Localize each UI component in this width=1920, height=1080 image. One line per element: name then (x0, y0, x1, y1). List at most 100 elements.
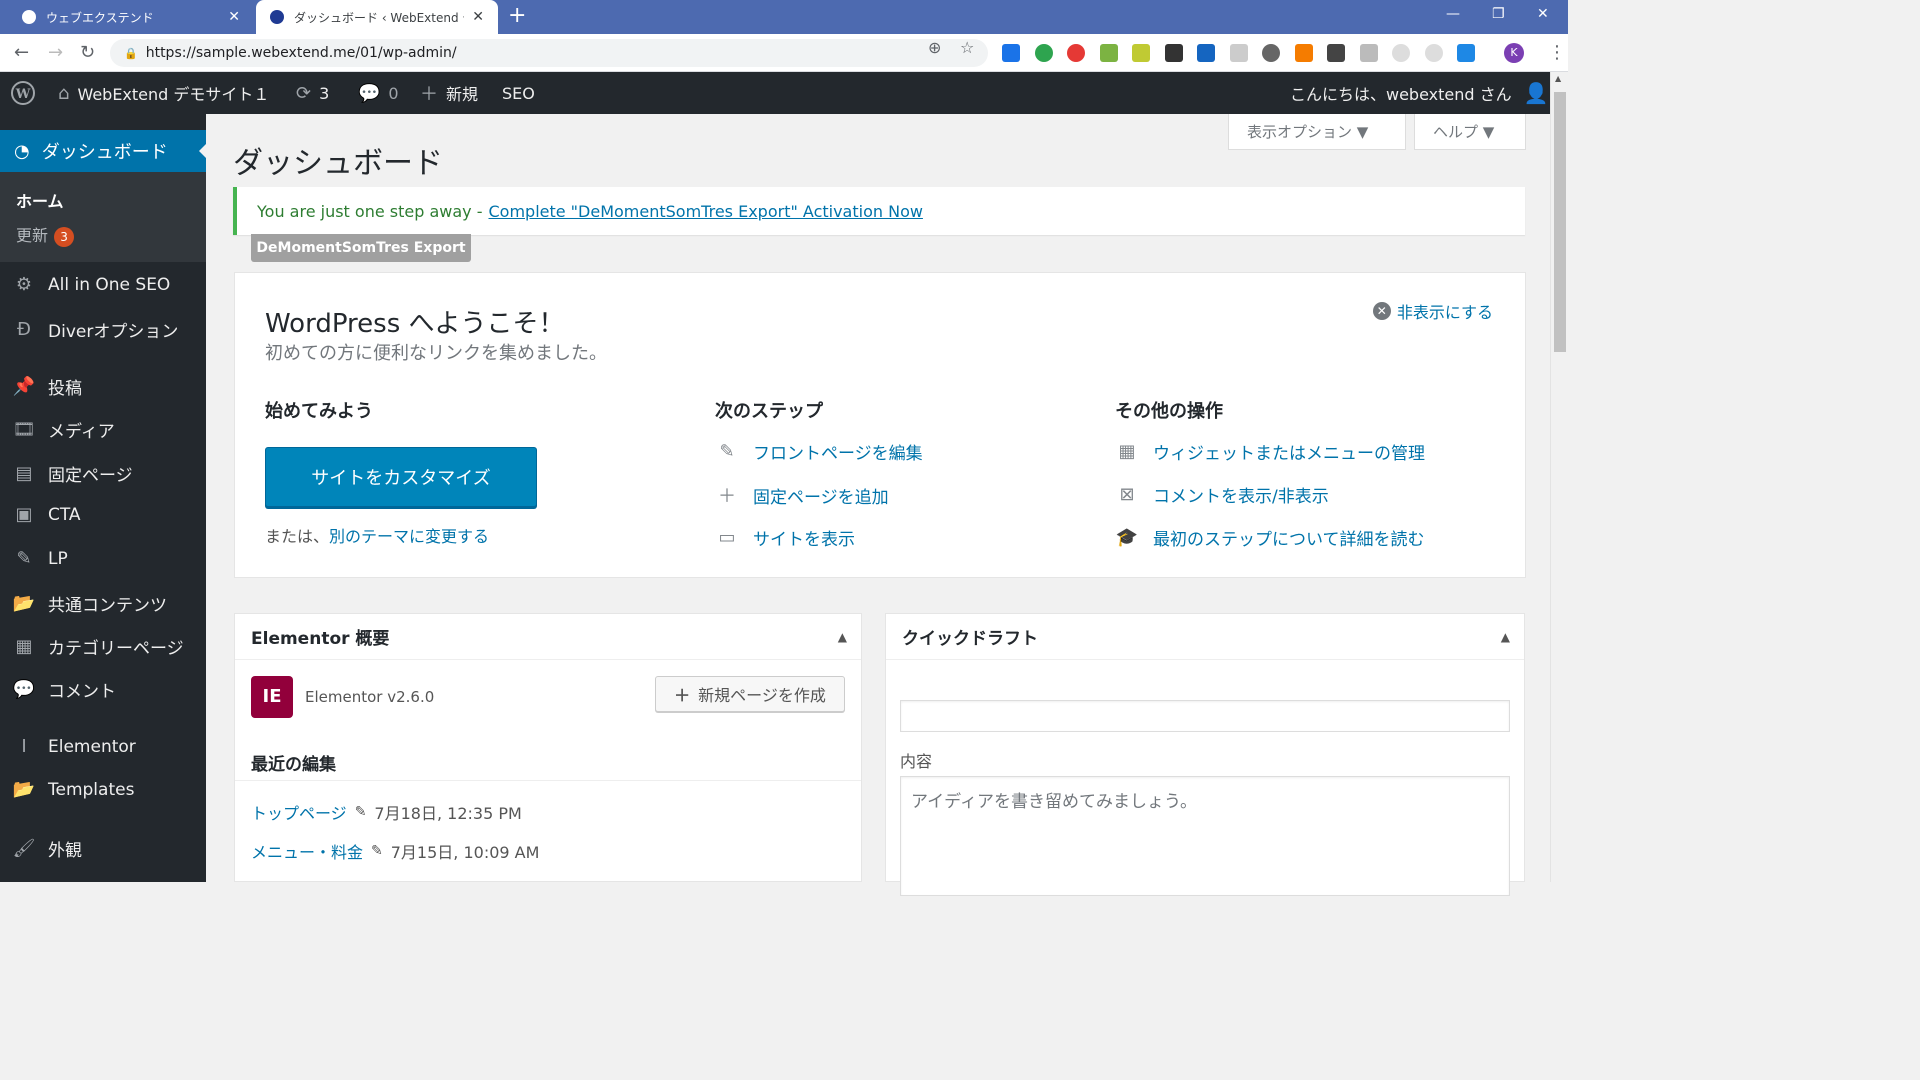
menu-item-all-in-one-seo[interactable]: ⚙ All in One SEO (12, 274, 170, 295)
collapse-toggle-icon[interactable]: ▲ (838, 630, 847, 644)
extension-icon[interactable] (1197, 44, 1215, 62)
menu-item-elementor[interactable]: Ⅰ Elementor (12, 736, 136, 757)
url-text: https://sample.webextend.me/01/wp-admin/ (145, 45, 457, 61)
gear-icon: ⚙ (15, 274, 33, 295)
menu-label: ダッシュボード (41, 142, 168, 163)
plus-icon: ＋ (420, 84, 438, 105)
menu-item-appearance[interactable]: 🖌 外観 (12, 836, 82, 861)
extension-icon[interactable] (1067, 44, 1085, 62)
column-title: 始めてみよう (265, 401, 373, 422)
menu-item-templates[interactable]: 📂 Templates (12, 779, 135, 800)
welcome-panel: WordPress へようこそ！ 初めての方に便利なリンクを集めました。 ✕ 非… (234, 272, 1526, 578)
zoom-icon[interactable]: ⊕ (928, 38, 941, 57)
menu-item-diver-options[interactable]: Ð Diverオプション (12, 317, 178, 342)
seo-link[interactable]: SEO (502, 72, 535, 114)
submenu-home[interactable]: ホーム (16, 188, 64, 212)
maximize-icon[interactable]: ❐ (1492, 6, 1505, 22)
browser-tab-active[interactable]: ダッシュボード ‹ WebExtend デモサイ ✕ (256, 0, 498, 34)
page-scrollbar[interactable]: ▲ (1550, 72, 1568, 882)
change-theme-link[interactable]: 別のテーマに変更する (329, 527, 489, 546)
pin-icon: 📌 (12, 376, 36, 397)
reload-icon[interactable]: ↻ (80, 42, 95, 63)
recent-page-link[interactable]: メニュー・料金 (251, 839, 363, 863)
extension-icon[interactable] (1262, 44, 1280, 62)
menu-label: Elementor (48, 736, 136, 757)
back-icon[interactable]: ← (14, 42, 29, 63)
extension-icon[interactable] (1132, 44, 1150, 62)
extension-icon[interactable] (1295, 44, 1313, 62)
new-content-link[interactable]: ＋ 新規 (420, 72, 478, 114)
activation-link[interactable]: Complete "DeMomentSomTres Export" Activa… (488, 202, 922, 221)
link-label: 固定ページを追加 (753, 487, 889, 508)
close-window-icon[interactable]: ✕ (1537, 6, 1549, 22)
url-field[interactable]: 🔒 https://sample.webextend.me/01/wp-admi… (110, 39, 988, 67)
extension-icon[interactable] (1002, 44, 1020, 62)
dashboard-submenu: ホーム 更新 3 (0, 172, 206, 262)
extension-icon[interactable] (1425, 44, 1443, 62)
menu-item-lp[interactable]: ✎ LP (12, 548, 67, 569)
help-button[interactable]: ヘルプ ▼ (1414, 114, 1526, 150)
minimize-icon[interactable]: — (1446, 6, 1460, 22)
menu-item-cta[interactable]: ▣ CTA (12, 504, 80, 525)
lock-icon: 🔒 (124, 46, 138, 60)
pencil-icon[interactable]: ✎ (371, 843, 383, 859)
create-new-page-button[interactable]: ＋ 新規ページを作成 (655, 676, 845, 712)
link-label: コメントを表示/非表示 (1153, 487, 1329, 507)
new-tab-icon[interactable]: + (508, 3, 526, 28)
pencil-icon[interactable]: ✎ (355, 804, 367, 820)
media-icon: 🎞 (12, 419, 36, 440)
forward-icon[interactable]: → (48, 42, 63, 63)
menu-item-posts[interactable]: 📌 投稿 (12, 374, 82, 399)
edit-front-page-link[interactable]: ✎ フロントページを編集 (715, 439, 922, 464)
menu-item-comments[interactable]: 💬 コメント (12, 677, 116, 702)
menu-item-pages[interactable]: ▤ 固定ページ (12, 461, 132, 486)
box-header[interactable]: Elementor 概要 ▲ (235, 614, 861, 660)
site-name-link[interactable]: ⌂ WebExtend デモサイト１ (58, 72, 269, 114)
box-header[interactable]: クイックドラフト ▲ (886, 614, 1524, 660)
extension-icon[interactable] (1035, 44, 1053, 62)
dismiss-link[interactable]: ✕ 非表示にする (1372, 299, 1493, 323)
menu-item-dashboard[interactable]: ◔ ダッシュボード (0, 130, 207, 172)
widgets-icon: ▦ (1118, 441, 1136, 462)
extension-icon[interactable] (1165, 44, 1183, 62)
draft-title-input[interactable] (900, 700, 1510, 732)
view-site-link[interactable]: ▭ サイトを表示 (715, 525, 855, 550)
extension-icon[interactable] (1230, 44, 1248, 62)
draft-content-textarea[interactable]: アイディアを書き留めてみましょう。 (900, 776, 1510, 896)
dropbox-icon[interactable] (1457, 44, 1475, 62)
comments-link[interactable]: 💬 0 (358, 72, 399, 114)
scroll-up-icon[interactable]: ▲ (1555, 74, 1561, 83)
close-tab-icon[interactable]: ✕ (472, 9, 484, 25)
submenu-updates[interactable]: 更新 3 (16, 222, 75, 247)
manage-widgets-link[interactable]: ▦ ウィジェットまたはメニューの管理 (1115, 439, 1425, 464)
graduation-cap-icon: 🎓 (1115, 527, 1139, 548)
bookmark-star-icon[interactable]: ☆ (960, 38, 974, 57)
browser-tab[interactable]: ウェブエクステンド ✕ (8, 0, 254, 34)
page-icon: ▤ (15, 463, 33, 484)
customize-site-button[interactable]: サイトをカスタマイズ (265, 447, 537, 507)
toggle-comments-link[interactable]: ⊠ コメントを表示/非表示 (1115, 482, 1329, 507)
account-menu[interactable]: こんにちは、webextend さん 👤 (1290, 72, 1549, 114)
updates-link[interactable]: ⟳ 3 (296, 72, 329, 114)
profile-avatar[interactable]: K (1504, 43, 1524, 63)
collapse-toggle-icon[interactable]: ▲ (1501, 630, 1510, 644)
screen-options-button[interactable]: 表示オプション ▼ (1228, 114, 1406, 150)
add-page-link[interactable]: ＋ 固定ページを追加 (715, 482, 889, 508)
close-tab-icon[interactable]: ✕ (228, 9, 240, 25)
wordpress-logo-icon[interactable]: W (10, 72, 36, 114)
extension-icon[interactable] (1327, 44, 1345, 62)
browser-menu-icon[interactable]: ⋮ (1548, 42, 1566, 63)
extension-icon[interactable] (1100, 44, 1118, 62)
menu-item-category-page[interactable]: ▦ カテゴリーページ (12, 634, 183, 659)
plugin-tag: DeMomentSomTres Export (251, 234, 471, 262)
update-count-badge: 3 (54, 227, 75, 247)
extension-icon[interactable] (1392, 44, 1410, 62)
scrollbar-thumb[interactable] (1554, 92, 1566, 352)
menu-item-common-content[interactable]: 📂 共通コンテンツ (12, 591, 167, 616)
recent-page-link[interactable]: トップページ (251, 800, 347, 824)
current-indicator (199, 143, 207, 159)
extension-icon[interactable] (1360, 44, 1378, 62)
comment-icon: 💬 (12, 679, 36, 700)
learn-more-link[interactable]: 🎓 最初のステップについて詳細を読む (1115, 525, 1425, 550)
menu-item-media[interactable]: 🎞 メディア (12, 417, 115, 442)
